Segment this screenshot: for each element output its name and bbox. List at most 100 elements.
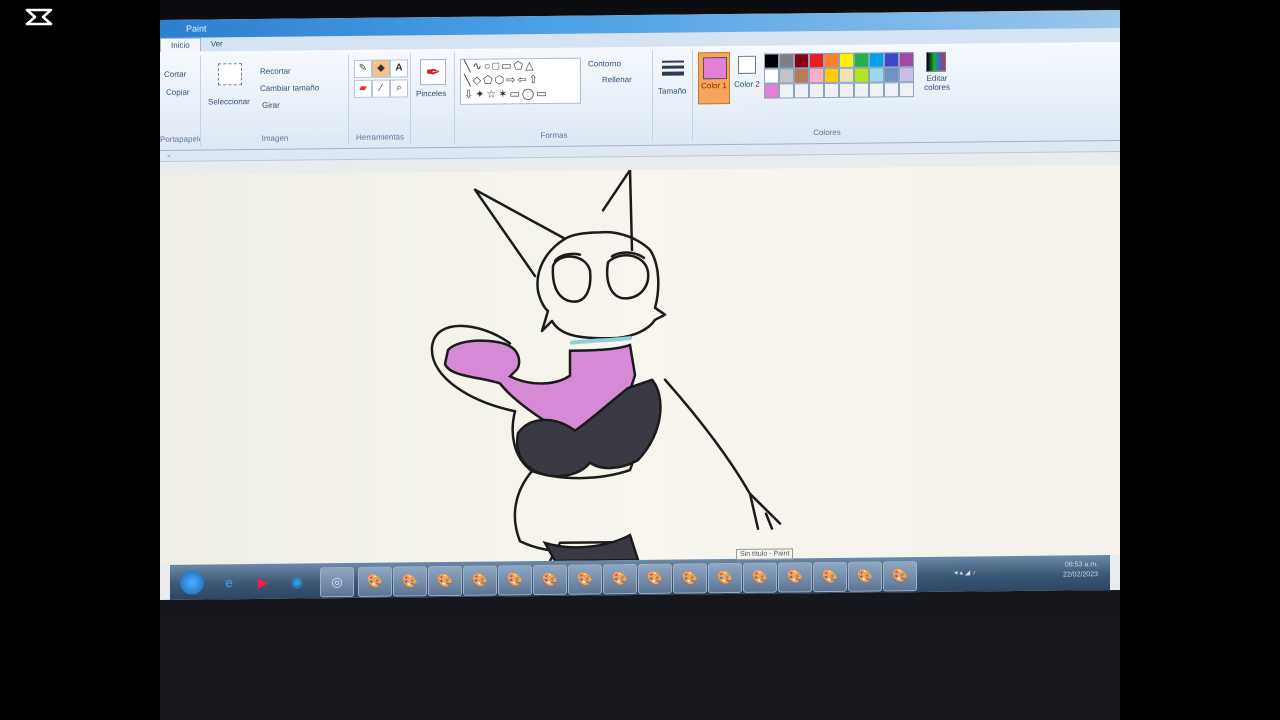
fill-icon[interactable]: ◆: [372, 59, 390, 78]
palette-swatch[interactable]: [869, 67, 884, 83]
palette-swatch[interactable]: [809, 68, 824, 84]
image-group: Seleccionar Recortar Cambiar tamaño Gira…: [202, 54, 349, 146]
magnifier-icon[interactable]: ⌕: [390, 79, 408, 98]
chrome-icon[interactable]: ◎: [320, 566, 354, 598]
color1-swatch: [703, 57, 727, 80]
palette-swatch[interactable]: [794, 53, 809, 69]
shapes-gallery[interactable]: ╲∿○□▭⬠△ ╲◇⬠⬡⇨⇦⇧ ⇩✦☆✶▭◯▭: [460, 57, 581, 105]
clipboard-group: Cortar Copiar Portapapeles: [160, 55, 201, 146]
palette-swatch[interactable]: [794, 68, 809, 84]
palette-swatch[interactable]: [824, 82, 839, 99]
palette-swatch[interactable]: [839, 52, 854, 68]
paint-taskbar-button[interactable]: 🎨: [533, 564, 567, 596]
palette-swatch[interactable]: [779, 83, 794, 99]
brush-icon[interactable]: ✒: [420, 59, 446, 86]
cut-button[interactable]: Cortar: [164, 70, 186, 79]
paint-taskbar-button[interactable]: 🎨: [743, 562, 777, 593]
color2-label: Color 2: [734, 79, 760, 89]
paint-taskbar-button[interactable]: 🎨: [498, 565, 532, 596]
select-icon[interactable]: [218, 63, 242, 86]
palette-swatch[interactable]: [884, 52, 899, 68]
palette-swatch[interactable]: [824, 52, 839, 69]
resize-button[interactable]: Cambiar tamaño: [260, 83, 319, 93]
window-title: Paint: [186, 23, 207, 34]
palette-swatch[interactable]: [809, 83, 824, 99]
palette-swatch[interactable]: [854, 82, 869, 98]
image-label: Imagen: [261, 133, 289, 143]
paint-taskbar-button[interactable]: 🎨: [848, 561, 882, 592]
shapes-label: Formas: [540, 130, 568, 141]
internet-explorer-icon[interactable]: e: [216, 570, 242, 594]
palette-swatch[interactable]: [779, 68, 794, 84]
clipboard-label: Portapapeles: [160, 134, 200, 144]
palette-swatch[interactable]: [839, 82, 854, 98]
text-tool-icon[interactable]: A: [390, 59, 408, 78]
paint-taskbar-button[interactable]: 🎨: [358, 566, 392, 597]
paint-taskbar-button[interactable]: 🎨: [463, 565, 497, 596]
edit-colors-button[interactable]: Editar colores: [924, 74, 950, 92]
drawing-canvas[interactable]: [160, 164, 1120, 565]
colors-group: Color 1 Color 2 Editar colores Colores: [694, 48, 960, 141]
system-tray: ◂ ▴ ◢ ♪ 08:53 a.m. 22/02/2023: [952, 559, 1102, 589]
browser-icon[interactable]: ◉: [284, 569, 310, 593]
outline-button[interactable]: Contorno: [588, 59, 621, 68]
pencil-icon[interactable]: ✎: [354, 59, 372, 78]
palette-swatch[interactable]: [869, 82, 884, 98]
paint-taskbar-button[interactable]: 🎨: [638, 563, 672, 594]
brushes-group: ✒ Pinceles: [412, 52, 455, 144]
palette-swatch[interactable]: [899, 67, 914, 83]
left-eye: [551, 255, 592, 303]
tray-icons[interactable]: ◂ ▴ ◢ ♪: [954, 568, 976, 576]
media-player-icon[interactable]: ▶: [250, 570, 276, 594]
tab-ver[interactable]: Ver: [201, 37, 233, 51]
tab-inicio[interactable]: Inicio: [160, 37, 201, 52]
palette-swatch[interactable]: [809, 53, 824, 69]
color1-selector[interactable]: Color 1: [698, 52, 730, 105]
ribbon: Cortar Copiar Portapapeles Seleccionar R…: [160, 41, 1120, 152]
crop-button[interactable]: Recortar: [260, 67, 291, 76]
copy-button[interactable]: Copiar: [166, 88, 190, 97]
start-button[interactable]: [180, 570, 204, 595]
palette-swatch[interactable]: [839, 67, 854, 83]
palette-swatch[interactable]: [764, 53, 779, 69]
palette-swatch[interactable]: [884, 82, 899, 98]
paint-taskbar-button[interactable]: 🎨: [778, 562, 812, 593]
color-picker-icon[interactable]: ⁄: [372, 79, 390, 98]
edit-colors-icon[interactable]: [926, 51, 946, 72]
paint-taskbar-button[interactable]: 🎨: [393, 566, 427, 597]
line-size-icon[interactable]: [662, 60, 684, 76]
select-button[interactable]: Seleccionar: [208, 97, 250, 106]
scarf-trim: [570, 336, 632, 345]
paint-taskbar-button[interactable]: 🎨: [673, 563, 707, 594]
brushes-button[interactable]: Pinceles: [416, 89, 446, 98]
palette-swatch[interactable]: [854, 52, 869, 68]
tray-date[interactable]: 22/02/2023: [1063, 571, 1098, 578]
color2-swatch: [738, 55, 756, 74]
tray-time[interactable]: 08:53 a.m.: [1065, 561, 1098, 568]
paint-taskbar-button[interactable]: 🎨: [603, 564, 637, 595]
left-ear: [473, 188, 567, 278]
paint-taskbar-button[interactable]: 🎨: [813, 561, 847, 593]
palette-swatch[interactable]: [899, 52, 914, 68]
palette-swatch[interactable]: [764, 68, 779, 84]
palette-swatch[interactable]: [764, 83, 779, 99]
color2-selector[interactable]: Color 2: [734, 52, 760, 102]
fill-button[interactable]: Rellenar: [602, 75, 632, 84]
paint-taskbar-button[interactable]: 🎨: [708, 562, 742, 594]
palette-swatch[interactable]: [884, 67, 899, 83]
color-palette: [764, 52, 934, 106]
rotate-button[interactable]: Girar: [262, 101, 280, 110]
palette-swatch[interactable]: [869, 52, 884, 68]
size-group: Tamaño: [654, 50, 693, 141]
palette-swatch[interactable]: [794, 83, 809, 99]
palette-swatch[interactable]: [779, 53, 794, 69]
size-button[interactable]: Tamaño: [658, 86, 686, 95]
paint-taskbar-button[interactable]: 🎨: [428, 565, 462, 597]
palette-swatch[interactable]: [824, 67, 839, 84]
eraser-icon[interactable]: ▰: [354, 79, 372, 98]
palette-swatch[interactable]: [854, 67, 869, 83]
palette-swatch[interactable]: [899, 82, 914, 98]
taskbar-tooltip: Sin título - Paint: [736, 548, 794, 560]
paint-taskbar-button[interactable]: 🎨: [568, 564, 602, 595]
paint-taskbar-button[interactable]: 🎨: [883, 561, 917, 592]
